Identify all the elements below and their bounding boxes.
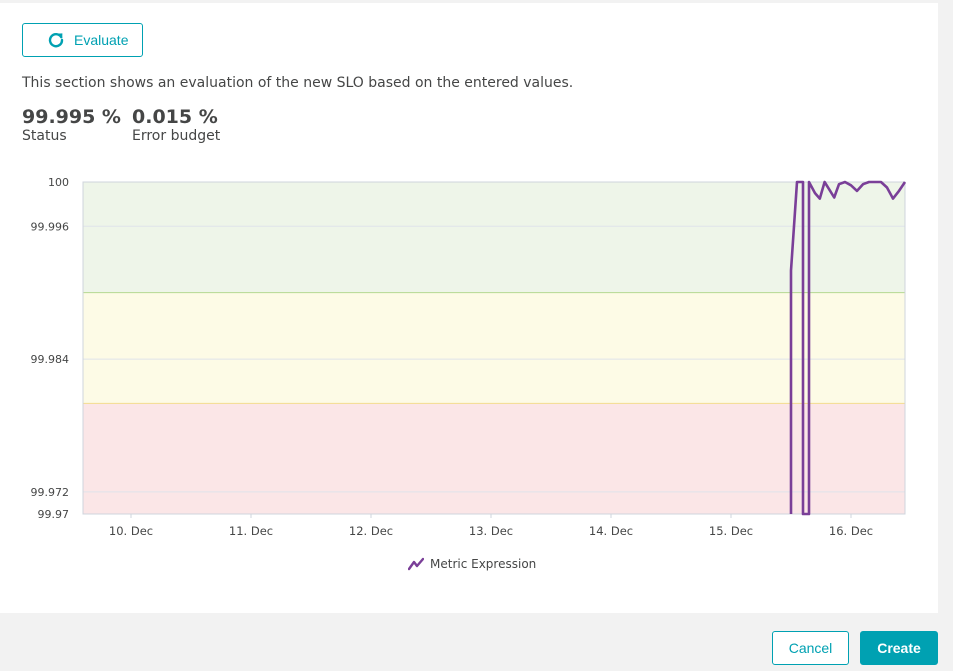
x-tick-label: 12. Dec [349, 524, 393, 538]
legend-label: Metric Expression [430, 557, 537, 571]
status-label: Status [22, 128, 67, 144]
y-tick-label: 99.996 [31, 220, 70, 233]
y-tick-label: 99.984 [31, 353, 70, 366]
section-description: This section shows an evaluation of the … [22, 75, 574, 91]
cancel-button[interactable]: Cancel [772, 631, 849, 665]
error-budget-metric: 0.015 % Error budget [132, 106, 220, 144]
slo-chart: 100 99.996 99.984 99.972 99.97 10. Dec 11. Dec… [31, 176, 907, 538]
chart-legend[interactable]: Metric Expression [408, 557, 536, 571]
x-tick-label: 10. Dec [109, 524, 153, 538]
y-tick-label: 100 [48, 176, 69, 189]
error-budget-label: Error budget [132, 128, 221, 144]
top-divider [0, 0, 938, 3]
threshold-band-1 [83, 292, 905, 404]
create-button[interactable]: Create [860, 631, 938, 665]
x-tick-label: 15. Dec [709, 524, 753, 538]
threshold-band-0 [83, 182, 905, 293]
right-gutter [938, 0, 953, 613]
status-metric: 99.995 % Status [22, 106, 121, 144]
error-budget-value: 0.015 % [132, 106, 218, 128]
y-tick-label: 99.972 [31, 486, 70, 499]
x-tick-label: 11. Dec [229, 524, 273, 538]
line-series-icon [408, 557, 424, 571]
evaluate-button[interactable]: Evaluate [22, 23, 143, 57]
status-value: 99.995 % [22, 106, 121, 128]
threshold-band-2 [83, 403, 905, 514]
x-tick-label: 14. Dec [589, 524, 633, 538]
y-tick-label: 99.97 [38, 508, 70, 521]
x-tick-label: 13. Dec [469, 524, 513, 538]
refresh-icon [47, 31, 65, 49]
x-tick-label: 16. Dec [829, 524, 873, 538]
evaluate-button-label: Evaluate [74, 32, 129, 48]
